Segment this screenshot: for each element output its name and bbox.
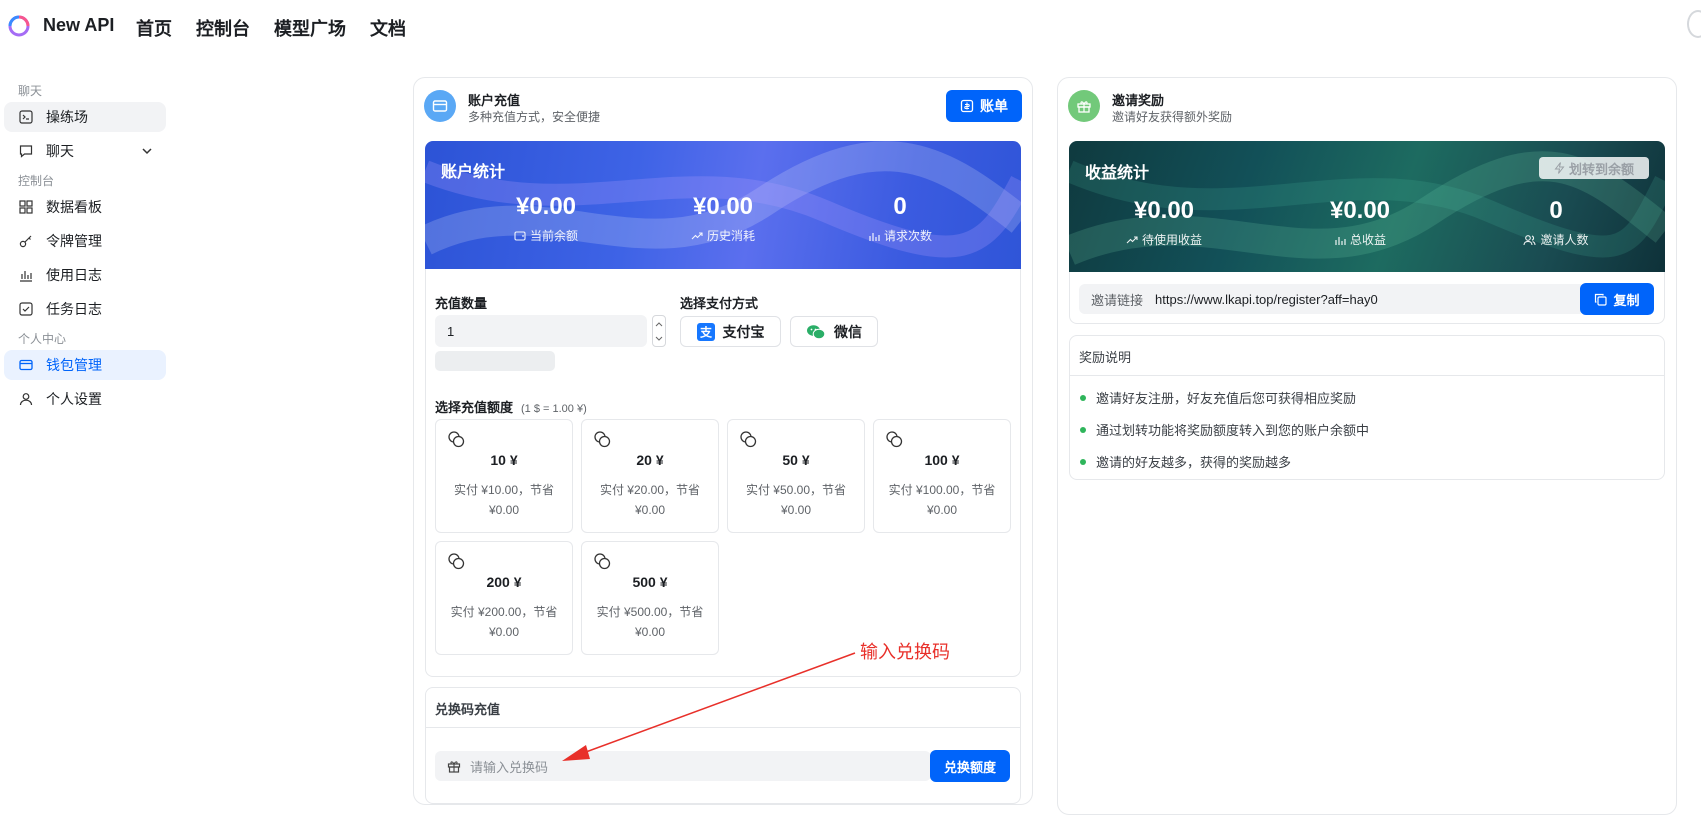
sidebar-item-label: 操练场	[46, 109, 88, 125]
sidebar-section-console: 控制台	[18, 174, 55, 188]
redeem-title: 兑换码充值	[435, 702, 501, 717]
recharge-subtitle: 多种充值方式，安全便捷	[468, 110, 601, 124]
recharge-title: 账户充值	[468, 93, 521, 108]
sidebar-item-label: 聊天	[46, 143, 74, 159]
copy-icon	[1595, 293, 1608, 306]
nav-home[interactable]: 首页	[136, 15, 172, 41]
stat-balance: ¥0.00 当前余额	[514, 193, 578, 243]
sidebar-section-chat: 聊天	[18, 84, 43, 98]
earnings-stats-banner: 收益统计 划转到余额 ¥0.00 待使用收益 ¥0.00 总收益 0 邀请人数	[1069, 141, 1665, 272]
stat-invite-count: 0 邀请人数	[1481, 197, 1631, 248]
user-icon	[18, 391, 34, 407]
nav-console[interactable]: 控制台	[196, 15, 250, 41]
invite-subtitle: 邀请好友获得额外奖励	[1112, 110, 1233, 124]
message-icon	[18, 143, 34, 159]
gift-icon	[1068, 90, 1100, 122]
users-icon	[1523, 234, 1537, 245]
stat-request-count: 0 请求次数	[825, 193, 975, 244]
bill-button[interactable]: 账单	[946, 90, 1022, 122]
nav-docs[interactable]: 文档	[370, 15, 406, 41]
wallet-icon	[18, 357, 34, 373]
receipt-icon	[960, 99, 974, 113]
brand-name[interactable]: New API	[43, 15, 114, 36]
sidebar-item-label: 钱包管理	[46, 357, 102, 373]
sidebar-item-label: 个人设置	[46, 391, 102, 407]
reward-rule-3: 邀请的好友越多，获得的奖励越多	[1080, 452, 1291, 471]
reward-rules-title: 奖励说明	[1079, 350, 1132, 365]
lightning-icon	[1554, 162, 1565, 174]
invite-link-label: 邀请链接	[1091, 292, 1144, 308]
chart-icon	[18, 267, 34, 283]
reward-rule-2: 通过划转功能将奖励额度转入到您的账户余额中	[1080, 420, 1369, 439]
sidebar-item-label: 任务日志	[46, 301, 102, 317]
stat-total-earnings: ¥0.00 总收益	[1329, 197, 1391, 247]
bar-chart-icon	[1335, 236, 1346, 245]
sidebar-item-dashboard[interactable]: 数据看板	[4, 192, 166, 222]
stat-pending-earnings: ¥0.00 待使用收益	[1089, 197, 1239, 248]
gift-icon	[447, 761, 461, 773]
chevron-down-icon[interactable]	[140, 144, 154, 158]
nav-models[interactable]: 模型广场	[274, 15, 346, 41]
sidebar-item-wallet[interactable]: 钱包管理	[4, 350, 166, 380]
invite-link-value: https://www.lkapi.top/register?aff=hay0	[1155, 291, 1378, 307]
sidebar-section-personal: 个人中心	[18, 332, 67, 346]
stat-history-spend: ¥0.00 历史消耗	[691, 193, 755, 243]
key-icon	[18, 233, 34, 249]
sidebar-item-label: 数据看板	[46, 199, 102, 215]
earnings-title: 收益统计	[1085, 165, 1150, 182]
bar-chart-icon	[869, 232, 880, 241]
reward-rule-1: 邀请好友注册，好友充值后您可获得相应奖励	[1080, 388, 1356, 407]
sidebar-item-label: 使用日志	[46, 267, 102, 283]
bullet-dot	[1080, 458, 1086, 465]
redeem-card	[425, 687, 1021, 804]
transfer-button[interactable]: 划转到余额	[1539, 157, 1649, 179]
recharge-form-panel	[425, 269, 1021, 677]
avatar[interactable]	[1687, 10, 1701, 38]
stats-title: 账户统计	[441, 164, 506, 181]
sidebar-item-chat[interactable]: 聊天	[4, 136, 166, 166]
top-nav: 首页 控制台 模型广场 文档	[136, 15, 406, 41]
dashboard-icon	[18, 199, 34, 215]
redeem-divider	[426, 727, 1020, 728]
credit-card-icon	[424, 90, 456, 122]
sidebar-item-usage-log[interactable]: 使用日志	[4, 260, 166, 290]
wallet-icon	[514, 230, 526, 241]
logo-icon[interactable]	[8, 15, 30, 37]
account-stats-banner: 账户统计 ¥0.00 当前余额 ¥0.00 历史消耗 0 请求次数	[425, 141, 1021, 269]
trend-up-icon	[691, 231, 703, 239]
sidebar-item-tokens[interactable]: 令牌管理	[4, 226, 166, 256]
trend-up-icon	[1126, 235, 1138, 243]
bullet-dot	[1080, 394, 1086, 401]
terminal-icon	[18, 109, 34, 125]
reward-rules-divider	[1070, 375, 1664, 376]
sidebar-item-settings[interactable]: 个人设置	[4, 384, 166, 414]
redeem-input[interactable]: 请输入兑换码	[435, 751, 931, 781]
sidebar: 聊天 操练场 聊天 控制台 数据看板 令牌管理 使用日志 任务日志 个人中心 钱…	[0, 80, 170, 418]
top-bar: New API 首页 控制台 模型广场 文档	[0, 0, 1701, 56]
sidebar-item-label: 令牌管理	[46, 233, 102, 249]
copy-button[interactable]: 复制	[1580, 283, 1654, 315]
checkbox-icon	[18, 301, 34, 317]
annotation-text: 输入兑换码	[860, 642, 950, 662]
bullet-dot	[1080, 426, 1086, 433]
sidebar-item-task-log[interactable]: 任务日志	[4, 294, 166, 324]
invite-title: 邀请奖励	[1112, 93, 1165, 108]
invite-link-field[interactable]: 邀请链接 https://www.lkapi.top/register?aff=…	[1079, 284, 1581, 314]
sidebar-item-playground[interactable]: 操练场	[4, 102, 166, 132]
redeem-button[interactable]: 兑换额度	[930, 750, 1010, 782]
